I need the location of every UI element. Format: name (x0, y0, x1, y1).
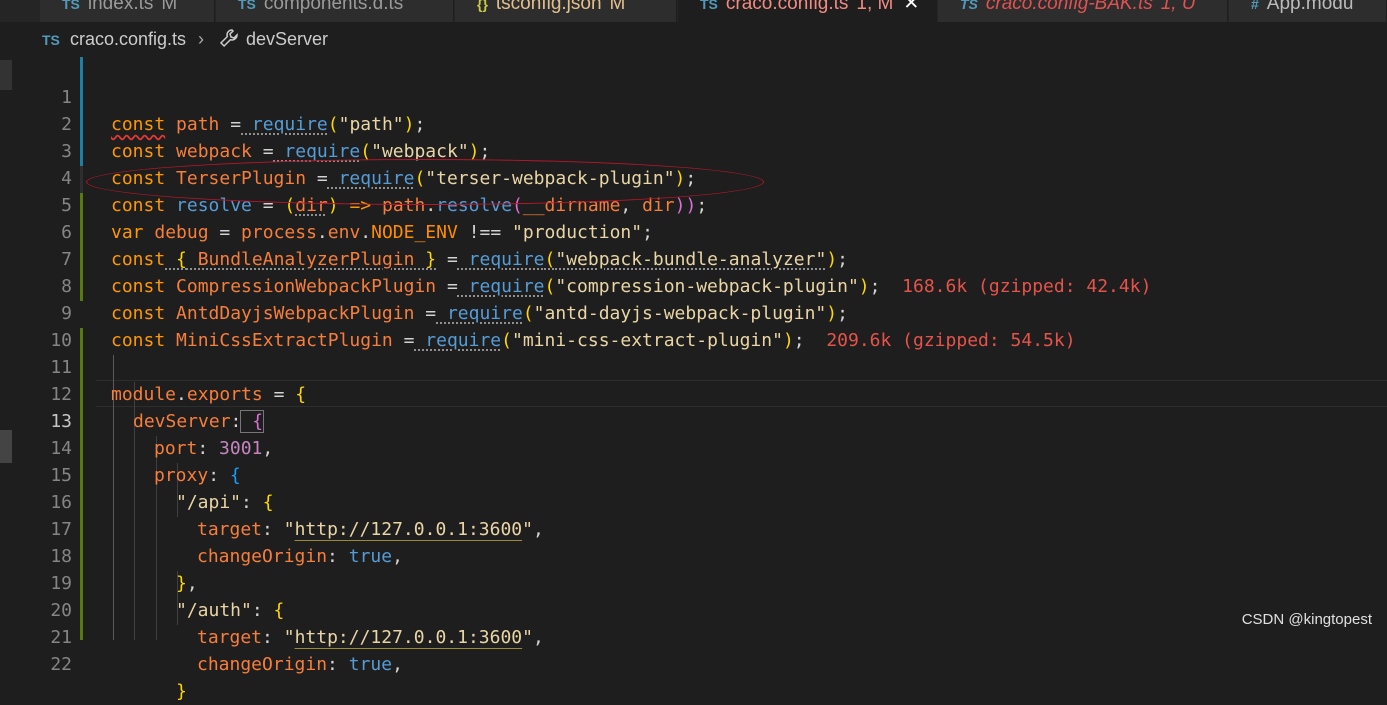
code-line[interactable]: 20 target: "http://127.0.0.1:3600", (0, 570, 1387, 648)
code-line[interactable]: 18 }, (0, 516, 1387, 594)
tab-tsconfig-json[interactable]: {} tsconfig.json M (455, 0, 677, 22)
close-icon[interactable]: ✕ (903, 0, 919, 14)
typescript-icon: TS (700, 0, 718, 12)
tab-components-d-ts[interactable]: TS components.d.ts (216, 0, 454, 22)
code-line[interactable]: 12 devServer: { (0, 354, 1387, 433)
code-line[interactable]: 17 changeOrigin: true, (0, 489, 1387, 567)
code-line[interactable]: 2 const webpack = require("webpack"); (0, 84, 1387, 162)
typescript-icon: TS (42, 32, 60, 48)
breadcrumb: TS craco.config.ts › devServer (0, 22, 1387, 56)
code-line[interactable]: 15 "/api": { (0, 435, 1387, 513)
code-line[interactable]: 8 const AntdDayjsWebpackPlugin = require… (0, 246, 1387, 324)
code-line[interactable]: 13 port: 3001, (0, 381, 1387, 459)
json-icon: {} (477, 0, 488, 12)
code-line[interactable]: 22 } (0, 624, 1387, 702)
code-line[interactable]: 3 const TerserPlugin = require("terser-w… (0, 111, 1387, 189)
watermark: CSDN @kingtopest (1241, 611, 1372, 628)
code-line[interactable]: 21 changeOrigin: true, (0, 597, 1387, 675)
editor-tab-bar: TS index.ts M TS components.d.ts {} tsconfig… (0, 0, 1387, 22)
code-line[interactable]: 4 const resolve = (dir) => path.resolve(… (0, 138, 1387, 216)
wrench-icon (218, 27, 240, 54)
tab-craco-config-ts[interactable]: TS craco.config.ts 1, M ✕ (678, 0, 937, 22)
typescript-icon: TS (62, 0, 80, 12)
code-line[interactable]: 19 "/auth": { (0, 543, 1387, 621)
code-line[interactable]: 14 proxy: { (0, 408, 1387, 486)
code-line[interactable]: 7 const CompressionWebpackPlugin = requi… (0, 219, 1387, 297)
chevron-right-icon: › (198, 29, 204, 49)
css-icon: # (1251, 0, 1259, 12)
tab-craco-config-bak-ts[interactable]: TS craco.config-BAK.ts 1, U (938, 0, 1228, 22)
typescript-icon: TS (960, 0, 978, 12)
annotation-ellipse (86, 159, 764, 205)
code-line[interactable]: 16 target: "http://127.0.0.1:3600", (0, 462, 1387, 540)
code-line[interactable]: 10 (0, 300, 1387, 351)
tab-app-module[interactable]: # App.modu (1229, 0, 1387, 22)
breadcrumb-symbol[interactable]: devServer (246, 29, 328, 50)
code-line[interactable]: 9 const MiniCssExtractPlugin = require("… (0, 273, 1387, 351)
tab-index-ts[interactable]: TS index.ts M (40, 0, 215, 22)
code-line[interactable]: 11 module.exports = { (0, 327, 1387, 405)
code-line[interactable]: 1 const path = require("path"); (0, 57, 1387, 135)
breadcrumb-file[interactable]: craco.config.ts (70, 29, 186, 50)
typescript-icon: TS (238, 0, 256, 12)
